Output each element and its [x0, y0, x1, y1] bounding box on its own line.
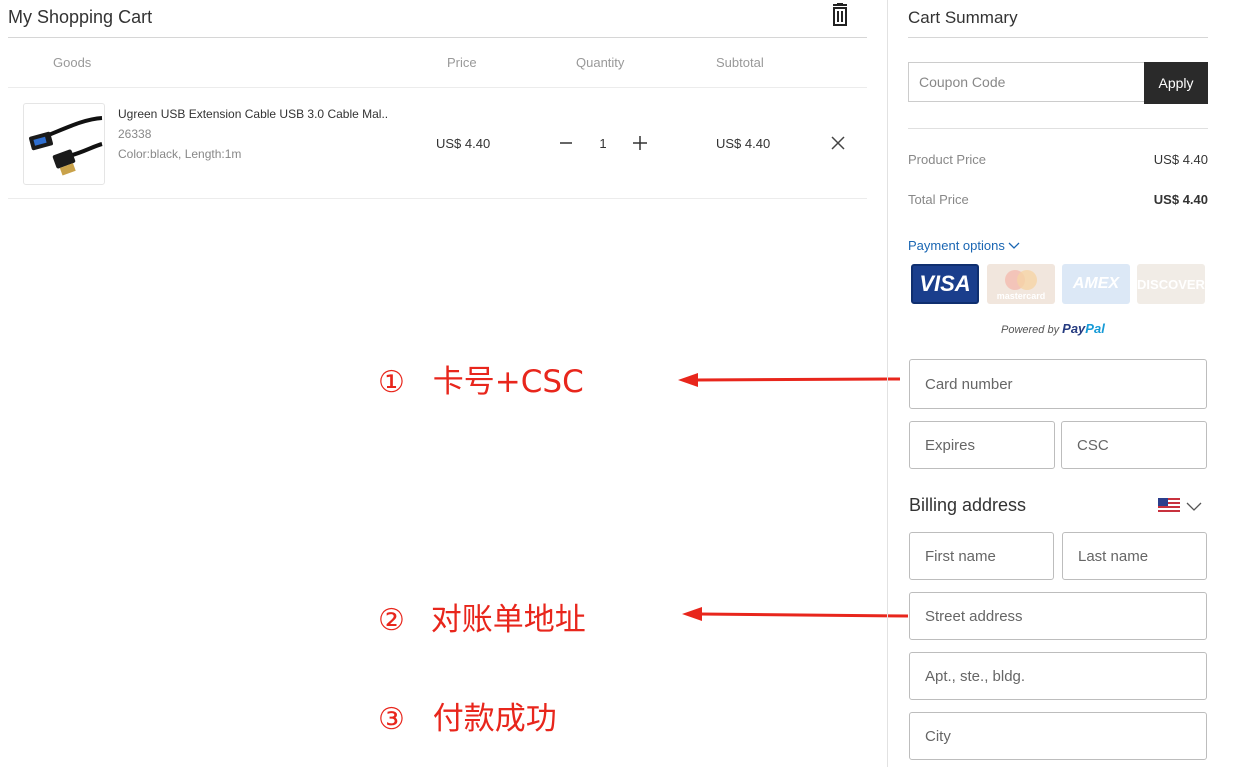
us-flag-icon[interactable] — [1158, 498, 1180, 513]
payment-options-label: Payment options — [908, 238, 1005, 253]
last-name-input[interactable] — [1062, 532, 1207, 580]
item-price: US$ 4.40 — [436, 136, 491, 151]
card-number-input[interactable] — [909, 359, 1207, 409]
column-header-goods: Goods — [53, 55, 92, 70]
product-name[interactable]: Ugreen USB Extension Cable USB 3.0 Cable… — [118, 107, 388, 121]
item-divider — [8, 198, 867, 199]
total-price-label: Total Price — [908, 192, 969, 207]
annotation-3-text: 付款成功 — [432, 701, 557, 737]
first-name-input[interactable] — [909, 532, 1054, 580]
coupon-code-input[interactable] — [908, 62, 1144, 102]
annotation-3: ③ 付款成功 — [378, 693, 557, 738]
annotation-2-arrow — [682, 607, 908, 621]
chevron-down-icon — [1009, 242, 1020, 249]
mastercard-text: mastercard — [997, 291, 1046, 301]
summary-divider — [887, 0, 888, 767]
powered-by-paypal: Powered by PayPal — [1001, 321, 1105, 336]
annotation-2-number: ② — [378, 603, 405, 638]
payment-options-toggle[interactable]: Payment options — [908, 238, 1020, 253]
annotation-1: ① 卡号+CSC — [378, 356, 584, 401]
item-subtotal: US$ 4.40 — [716, 136, 771, 151]
trash-icon[interactable] — [830, 3, 850, 27]
annotation-2-text: 对账单地址 — [430, 602, 586, 638]
apply-coupon-button[interactable]: Apply — [1144, 62, 1208, 104]
powered-by-label: Powered by — [1001, 324, 1060, 336]
mastercard-logo: mastercard — [987, 264, 1055, 304]
total-price-value: US$ 4.40 — [1153, 192, 1208, 207]
visa-logo: VISA — [911, 264, 979, 304]
decrease-quantity-button[interactable] — [557, 133, 575, 153]
remove-item-icon[interactable] — [830, 135, 846, 151]
country-dropdown-chevron-icon[interactable] — [1186, 499, 1202, 511]
billing-address-title: Billing address — [909, 495, 1027, 515]
annotation-1-number: ① — [378, 365, 405, 400]
cart-title-divider — [8, 37, 867, 38]
product-price-label: Product Price — [908, 152, 987, 167]
annotation-1-arrow — [678, 373, 900, 387]
header-divider — [8, 87, 867, 88]
product-price-value: US$ 4.40 — [1153, 152, 1208, 167]
annotation-1-text: 卡号+CSC — [432, 364, 584, 400]
paypal-pal: Pal — [1085, 321, 1105, 336]
expires-input[interactable] — [909, 421, 1055, 469]
discover-logo: DISCOVER — [1137, 264, 1205, 304]
city-input[interactable] — [909, 712, 1207, 760]
summary-title: Cart Summary — [908, 8, 1018, 27]
summary-title-divider — [908, 37, 1208, 38]
increase-quantity-button[interactable] — [631, 133, 649, 153]
csc-input[interactable] — [1061, 421, 1207, 469]
amex-logo: AMEX — [1062, 264, 1130, 304]
product-attributes: Color:black, Length:1m — [118, 147, 242, 161]
coupon-divider — [908, 128, 1208, 129]
quantity-value[interactable]: 1 — [596, 136, 610, 151]
cart-title: My Shopping Cart — [8, 7, 153, 27]
product-thumbnail[interactable] — [23, 103, 105, 185]
apt-input[interactable] — [909, 652, 1207, 700]
column-header-price: Price — [447, 55, 477, 70]
column-header-quantity: Quantity — [576, 55, 625, 70]
street-address-input[interactable] — [909, 592, 1207, 640]
product-sku: 26338 — [118, 127, 152, 141]
annotation-3-number: ③ — [378, 702, 405, 737]
column-header-subtotal: Subtotal — [716, 55, 764, 70]
paypal-pay: Pay — [1062, 321, 1086, 336]
annotation-2: ② 对账单地址 — [378, 594, 586, 639]
